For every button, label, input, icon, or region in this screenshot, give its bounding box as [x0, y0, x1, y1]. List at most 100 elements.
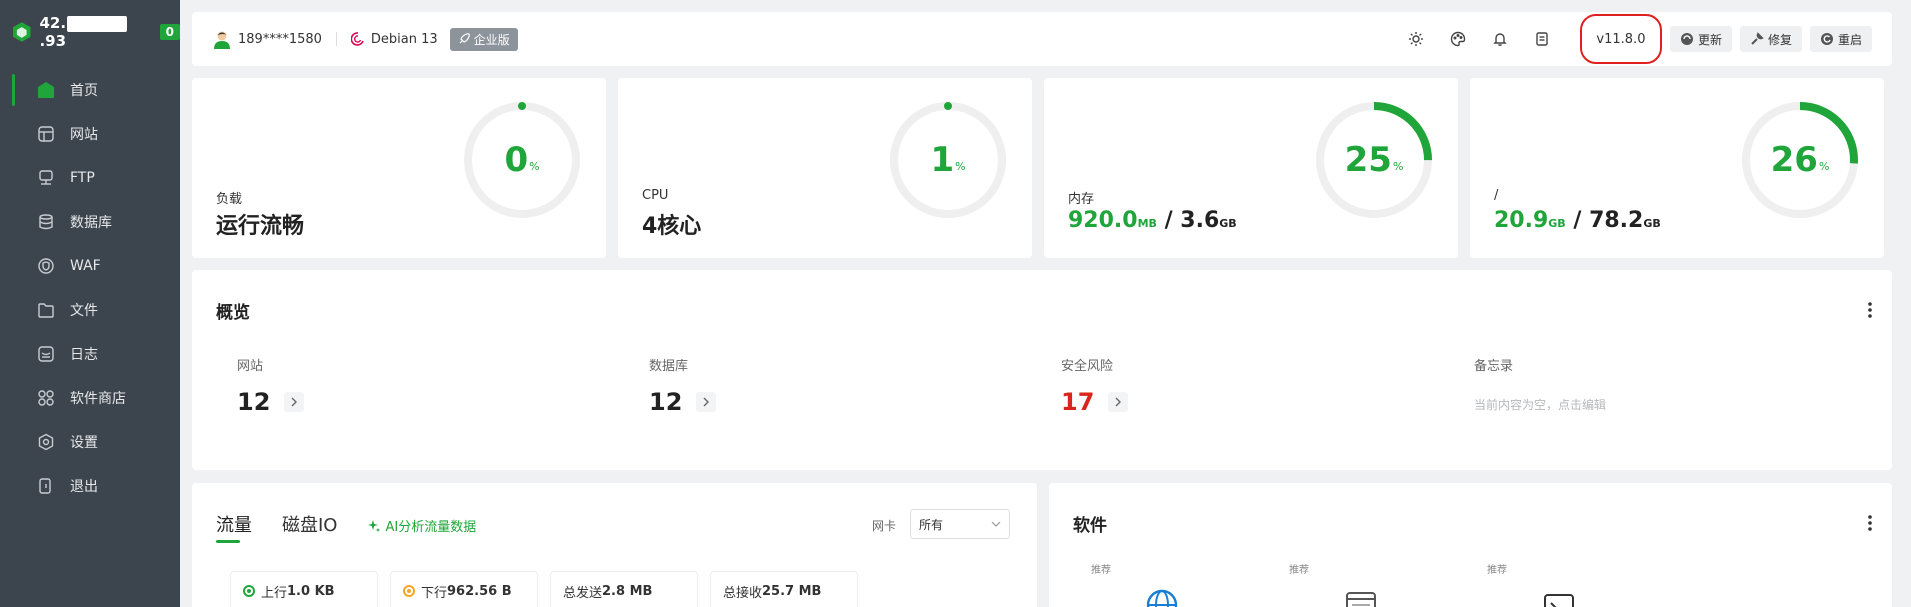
download-stat: 下行 962.56 B — [390, 571, 538, 607]
edition-label: 企业版 — [473, 32, 510, 47]
chevron-right-icon[interactable] — [1108, 392, 1129, 412]
sites-count: 12 — [237, 388, 305, 416]
sidebar-item-ftp[interactable]: FTP — [0, 156, 180, 200]
sidebar-item-app-store[interactable]: 软件商店 — [0, 376, 180, 420]
overview-sites[interactable]: 网站 12 — [237, 355, 305, 416]
risk-label: 安全风险 — [1061, 359, 1114, 374]
more-vertical-icon[interactable] — [1868, 515, 1872, 531]
nic-selected-value: 所有 — [919, 517, 944, 532]
memory-label: 内存 — [1068, 192, 1095, 207]
upload-value: 1.0 KB — [287, 583, 335, 599]
sidebar-item-label: 文件 — [70, 303, 98, 319]
total-sent-value: 2.8 MB — [602, 583, 653, 599]
website-icon — [36, 124, 56, 144]
sidebar-item-label: 网站 — [70, 127, 98, 143]
sidebar-nav: 首页 网站 FTP 数据库 WAF 文件 日志 软件商店 设置 退出 — [0, 68, 180, 508]
sidebar-item-label: 设置 — [70, 435, 98, 451]
restart-icon — [1820, 32, 1834, 46]
more-vertical-icon[interactable] — [1868, 302, 1872, 318]
software-card: 软件 推荐 推荐 推荐 — [1049, 483, 1892, 607]
update-button[interactable]: 更新 — [1669, 26, 1732, 52]
total-sent-stat: 总发送 2.8 MB — [550, 571, 698, 607]
theme-sun-icon[interactable] — [1406, 29, 1426, 49]
memo-placeholder[interactable]: 当前内容为空，点击编辑 — [1474, 396, 1606, 413]
sidebar-header: 42..93 0 — [0, 0, 180, 64]
update-label: 更新 — [1697, 32, 1722, 47]
sidebar-item-logout[interactable]: 退出 — [0, 464, 180, 508]
traffic-tabs: 流量 磁盘IO AI分析流量数据 — [216, 511, 476, 543]
software-title: 软件 — [1073, 516, 1107, 536]
divider — [335, 32, 337, 46]
overview-databases[interactable]: 数据库 12 — [649, 355, 717, 416]
ai-analyze-link[interactable]: AI分析流量数据 — [367, 516, 476, 535]
waf-shield-icon — [36, 256, 56, 276]
wrench-icon — [1750, 32, 1764, 46]
disk-card[interactable]: 26% / 20.9GB / 78.2GB — [1470, 78, 1884, 258]
user-info[interactable]: 189****1580 — [212, 29, 322, 49]
bell-icon[interactable] — [1490, 29, 1510, 49]
load-status: 运行流畅 — [216, 214, 305, 239]
total-received-stat: 总接收 25.7 MB — [710, 571, 858, 607]
globe-app-icon[interactable] — [1144, 587, 1180, 607]
recommend-tag: 推荐 — [1289, 565, 1309, 576]
version-text: v11.8.0 — [1596, 31, 1646, 47]
upload-dot-icon — [243, 585, 255, 597]
cpu-label: CPU — [642, 188, 669, 203]
overview-security-risk[interactable]: 安全风险 17 — [1061, 355, 1129, 416]
rocket-icon — [459, 33, 470, 44]
user-phone: 189****1580 — [238, 31, 322, 47]
sidebar: 42..93 0 首页 网站 FTP 数据库 WAF 文件 日志 软件商店 设置… — [0, 0, 180, 607]
version-label[interactable]: v11.8.0 — [1579, 14, 1662, 64]
avatar-icon — [214, 31, 230, 49]
terminal-app-icon[interactable] — [1541, 587, 1577, 607]
repair-label: 修复 — [1767, 32, 1792, 47]
database-icon — [36, 212, 56, 232]
notes-icon[interactable] — [1532, 29, 1552, 49]
sidebar-item-files[interactable]: 文件 — [0, 288, 180, 332]
load-percent: 0% — [504, 140, 540, 180]
sidebar-item-label: 数据库 — [70, 215, 112, 231]
overview-title: 概览 — [216, 303, 250, 323]
ip-mask — [67, 15, 128, 32]
upload-label: 上行 — [261, 585, 288, 601]
enterprise-badge[interactable]: 企业版 — [449, 27, 518, 51]
tab-traffic[interactable]: 流量 — [216, 511, 252, 543]
chevron-right-icon[interactable] — [284, 392, 305, 412]
sidebar-item-logs[interactable]: 日志 — [0, 332, 180, 376]
traffic-card: 流量 磁盘IO AI分析流量数据 网卡 所有 上行 1.0 KB 下行 962.56… — [192, 483, 1037, 607]
load-card[interactable]: 0% 负载 运行流畅 — [192, 78, 606, 258]
total-received-value: 25.7 MB — [762, 583, 822, 599]
cpu-card[interactable]: 1% CPU 4核心 — [618, 78, 1032, 258]
notification-badge[interactable]: 0 — [159, 24, 180, 40]
restart-button[interactable]: 重启 — [1809, 26, 1872, 52]
download-value: 962.56 B — [447, 583, 512, 599]
top-bar: 189****1580 Debian 13 企业版 v11.8.0 更新 修复 — [192, 12, 1892, 66]
sidebar-item-label: 软件商店 — [70, 391, 126, 407]
nic-select[interactable]: 所有 — [910, 509, 1010, 539]
download-label: 下行 — [421, 585, 448, 601]
sidebar-item-website[interactable]: 网站 — [0, 112, 180, 156]
memo-label: 备忘录 — [1474, 359, 1514, 374]
sidebar-item-home[interactable]: 首页 — [0, 68, 180, 112]
cpu-percent: 1% — [930, 140, 966, 180]
recommend-tag: 推荐 — [1487, 565, 1507, 576]
tab-disk-io[interactable]: 磁盘IO — [282, 511, 337, 543]
chevron-down-icon — [991, 521, 1001, 527]
debian-logo-icon — [350, 32, 364, 46]
palette-icon[interactable] — [1448, 29, 1468, 49]
update-icon — [1680, 32, 1694, 46]
browser-app-icon[interactable] — [1343, 587, 1379, 607]
repair-button[interactable]: 修复 — [1739, 26, 1802, 52]
sidebar-item-waf[interactable]: WAF — [0, 244, 180, 288]
sidebar-item-label: 首页 — [70, 83, 98, 99]
server-ip: 42..93 — [39, 14, 151, 50]
sparkle-icon — [368, 519, 381, 532]
memory-card[interactable]: 25% 内存 920.0MB / 3.6GB — [1044, 78, 1458, 258]
chevron-right-icon[interactable] — [696, 392, 717, 412]
overview-memo[interactable]: 备忘录 当前内容为空，点击编辑 — [1474, 355, 1606, 413]
sidebar-item-settings[interactable]: 设置 — [0, 420, 180, 464]
disk-mount-label: / — [1494, 188, 1499, 203]
disk-usage: 20.9GB / 78.2GB — [1494, 208, 1661, 233]
sidebar-item-database[interactable]: 数据库 — [0, 200, 180, 244]
sidebar-item-label: 日志 — [70, 347, 98, 363]
